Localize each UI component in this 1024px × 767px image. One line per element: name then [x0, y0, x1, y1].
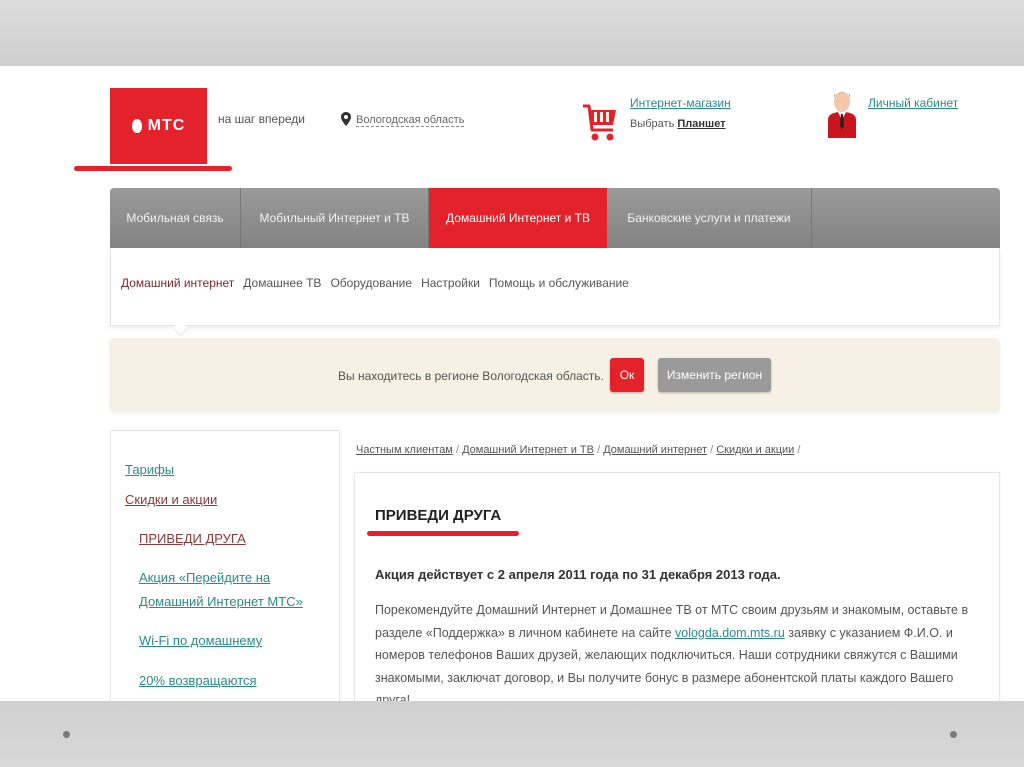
breadcrumb-item[interactable]: Домашний интернет	[603, 444, 707, 456]
change-region-button[interactable]: Изменить регион	[658, 358, 771, 392]
breadcrumb-item[interactable]: Скидки и акции	[716, 444, 794, 456]
user-avatar-icon[interactable]	[826, 90, 858, 138]
promo-dates: Акция действует с 2 апреля 2011 года по …	[375, 567, 781, 582]
ok-button[interactable]: Ок	[610, 358, 644, 392]
promo-text: Порекомендуйте Домашний Интернет и Домаш…	[375, 599, 987, 712]
title-underline	[367, 531, 519, 536]
online-shop-link[interactable]: Интернет-магазин	[630, 96, 731, 110]
subtab-equipment[interactable]: Оборудование	[330, 276, 412, 290]
subtab-settings[interactable]: Настройки	[421, 276, 480, 290]
site-link[interactable]: vologda.dom.mts.ru	[675, 626, 785, 640]
main-nav: Мобильная связь Мобильный Интернет и ТВ …	[110, 188, 1000, 248]
breadcrumb-separator: /	[797, 444, 801, 456]
logo-underline	[74, 166, 232, 171]
slide-dot-left	[63, 731, 70, 738]
page-title: ПРИВЕДИ ДРУГА	[375, 507, 502, 524]
logo-text: МТС	[147, 117, 186, 134]
region-bar: Вы находитесь в регионе Вологодская обла…	[110, 338, 1000, 412]
location-pin-icon	[341, 112, 351, 126]
shop-choose: Выбрать Планшет	[630, 118, 726, 130]
breadcrumb-separator: /	[710, 444, 714, 456]
shopping-cart-icon[interactable]	[582, 100, 618, 146]
breadcrumb: Частным клиентам / Домашний Интернет и Т…	[356, 444, 800, 456]
content-box: ПРИВЕДИ ДРУГА Акция действует с 2 апреля…	[354, 472, 1000, 722]
egg-icon	[131, 119, 142, 133]
region-link[interactable]: Вологодская область	[356, 114, 465, 127]
sidebar-item-bring-friend[interactable]: ПРИВЕДИ ДРУГА	[139, 528, 246, 550]
sidebar: Тарифы Скидки и акции ПРИВЕДИ ДРУГА Акци…	[110, 430, 340, 720]
slide-dot-right	[950, 731, 957, 738]
sidebar-item-discounts[interactable]: Скидки и акции	[125, 489, 217, 511]
shop-choose-prefix: Выбрать	[630, 118, 675, 130]
sub-nav: Домашний интернет Домашнее ТВ Оборудован…	[110, 248, 1000, 337]
subtab-home-internet[interactable]: Домашний интернет	[121, 276, 234, 290]
tab-mobile[interactable]: Мобильная связь	[110, 188, 241, 248]
sidebar-item-tariffs[interactable]: Тарифы	[125, 459, 174, 481]
mts-logo[interactable]: МТС	[110, 88, 207, 164]
sidebar-item-20-percent[interactable]: 20% возвращаются	[139, 670, 257, 692]
breadcrumb-item[interactable]: Домашний Интернет и ТВ	[462, 444, 594, 456]
tablet-link[interactable]: Планшет	[677, 118, 725, 130]
subtab-home-tv[interactable]: Домашнее ТВ	[243, 276, 321, 290]
personal-cabinet-link[interactable]: Личный кабинет	[868, 96, 958, 110]
breadcrumb-item[interactable]: Частным клиентам	[356, 444, 453, 456]
sidebar-item-switch-promo-line1[interactable]: Акция «Перейдите на	[139, 567, 270, 589]
sidebar-item-switch-promo-line2[interactable]: Домашний Интернет МТС»	[139, 591, 303, 613]
tab-home-internet-tv[interactable]: Домашний Интернет и ТВ	[429, 188, 607, 248]
breadcrumb-separator: /	[455, 444, 459, 456]
subtab-help[interactable]: Помощь и обслуживание	[489, 276, 629, 290]
sub-nav-notch	[172, 320, 189, 337]
tab-banking[interactable]: Банковские услуги и платежи	[607, 188, 812, 248]
sidebar-item-wifi[interactable]: Wi-Fi по домашнему	[139, 630, 262, 652]
slide-top-band	[0, 0, 1024, 66]
region-message: Вы находитесь в регионе Вологодская обла…	[338, 369, 604, 383]
slogan: на шаг впереди	[218, 112, 305, 126]
slide-bottom-band	[0, 701, 1024, 767]
breadcrumb-separator: /	[597, 444, 601, 456]
tab-mobile-internet-tv[interactable]: Мобильный Интернет и ТВ	[241, 188, 429, 248]
